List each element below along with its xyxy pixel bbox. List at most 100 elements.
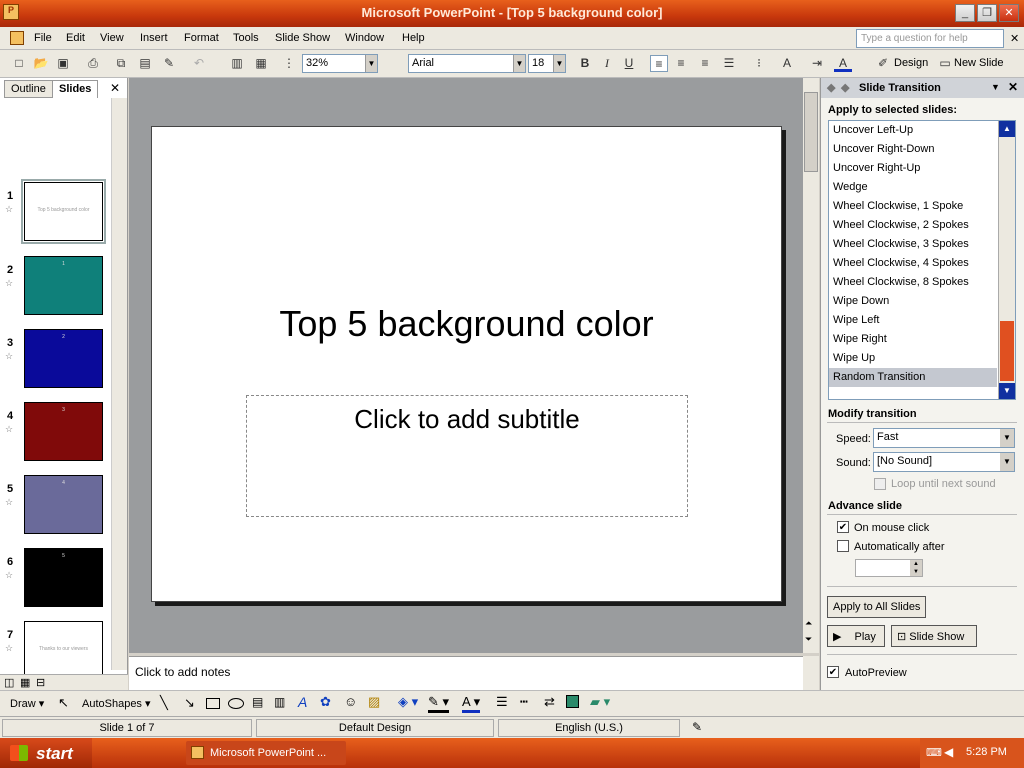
menu-help[interactable]: Help — [402, 32, 425, 44]
tab-slides[interactable]: Slides — [52, 80, 99, 98]
keyboard-icon[interactable]: ⌨ — [926, 746, 942, 759]
minimize-button[interactable]: _ — [955, 4, 975, 22]
transition-item[interactable]: Wipe Down — [829, 292, 997, 311]
transition-item[interactable]: Wheel Clockwise, 4 Spokes — [829, 254, 997, 273]
help-search-input[interactable]: Type a question for help — [856, 29, 1004, 48]
fill-color-icon[interactable]: ◈ ▾ — [398, 694, 418, 710]
sorter-view-icon[interactable]: ▦ — [20, 676, 30, 689]
underline-button[interactable]: U — [620, 55, 638, 72]
transition-item[interactable]: Wheel Clockwise, 1 Spoke — [829, 197, 997, 216]
close-icon[interactable]: ✕ — [1008, 80, 1018, 94]
autopreview-checkbox[interactable]: ✔ — [827, 666, 839, 678]
chevron-down-icon[interactable]: ▼ — [553, 55, 565, 72]
font-size-select[interactable]: 18 ▼ — [528, 54, 566, 73]
notes-pane[interactable]: Click to add notes — [129, 656, 803, 690]
slide-scrollbar[interactable]: ⏶ ⏷ — [803, 78, 819, 653]
transition-item[interactable]: Wipe Left — [829, 311, 997, 330]
slide-show-button[interactable]: ⊡ Slide Show — [891, 625, 977, 647]
print-icon[interactable]: ⎙ — [84, 55, 102, 72]
justify-icon[interactable]: ☰ — [720, 55, 738, 72]
arrow-style-icon[interactable]: ⇄ — [544, 694, 555, 710]
transition-item[interactable]: Wipe Up — [829, 349, 997, 368]
transition-item[interactable]: Uncover Left-Up — [829, 121, 997, 140]
transition-item[interactable]: Wheel Clockwise, 8 Spokes — [829, 273, 997, 292]
taskbar-app-button[interactable]: Microsoft PowerPoint ... — [186, 741, 346, 765]
save-icon[interactable]: ▣ — [54, 55, 72, 72]
diagram-icon[interactable]: ✿ — [320, 694, 331, 710]
line-color-icon[interactable]: ✎ ▾ — [428, 694, 450, 713]
scroll-up-icon[interactable]: ▲ — [999, 121, 1015, 137]
notes-scrollbar[interactable] — [803, 656, 819, 690]
close-panel-icon[interactable]: ✕ — [110, 81, 120, 95]
slide-thumbnail[interactable]: Thanks to our viewers — [24, 621, 103, 680]
new-slide-button[interactable]: New Slide — [954, 57, 1004, 69]
clipart-icon[interactable]: ☺ — [344, 694, 357, 709]
close-doc-icon[interactable]: ✕ — [1010, 32, 1019, 45]
menu-insert[interactable]: Insert — [140, 32, 168, 44]
bullets-icon[interactable]: ⁝ — [750, 55, 768, 72]
transition-item[interactable]: Wheel Clockwise, 2 Spokes — [829, 216, 997, 235]
chevron-down-icon[interactable]: ▼ — [1000, 429, 1014, 447]
font-color-icon[interactable]: A — [834, 55, 852, 72]
chevron-down-icon[interactable]: ▼ — [365, 55, 377, 72]
oval-icon[interactable] — [228, 698, 244, 709]
vertical-textbox-icon[interactable]: ▥ — [274, 695, 285, 709]
restore-button[interactable]: ❐ — [977, 4, 997, 22]
slide-canvas[interactable]: Top 5 background color Click to add subt… — [151, 126, 782, 602]
on-click-checkbox[interactable]: ✔ — [837, 521, 849, 533]
slideshow-view-icon[interactable]: ⊟ — [36, 676, 45, 689]
zoom-select[interactable]: 32% ▼ — [302, 54, 378, 73]
tab-outline[interactable]: Outline — [4, 80, 53, 98]
copy-icon[interactable]: ⧉ — [112, 55, 130, 72]
advance-time-input[interactable]: ▲ ▼ — [855, 559, 923, 577]
play-button[interactable]: ▶ Play — [827, 625, 885, 647]
line-icon[interactable]: ╲ — [160, 695, 168, 711]
select-pointer-icon[interactable]: ↖ — [58, 695, 69, 711]
spelling-icon[interactable]: ✎ — [692, 720, 702, 734]
scroll-down-icon[interactable]: ▼ — [999, 383, 1015, 399]
close-button[interactable]: ✕ — [999, 4, 1019, 22]
transition-item[interactable]: Random Transition — [829, 368, 997, 387]
open-icon[interactable]: 📂 — [32, 55, 50, 72]
volume-icon[interactable]: ◀ — [944, 745, 953, 759]
paste-icon[interactable]: ▤ — [136, 55, 154, 72]
next-slide-icon[interactable]: ⏷ — [805, 634, 812, 645]
wordart-icon[interactable]: A — [298, 694, 307, 710]
normal-view-icon[interactable]: ◫ — [4, 676, 14, 689]
speed-select[interactable]: Fast ▼ — [873, 428, 1015, 448]
panel-scrollbar[interactable] — [111, 98, 127, 670]
slide-thumbnail[interactable]: 2 — [24, 329, 103, 388]
menu-view[interactable]: View — [100, 32, 124, 44]
menu-slide-show[interactable]: Slide Show — [275, 32, 330, 44]
font-color-icon[interactable]: A ▾ — [462, 694, 481, 713]
arrow-icon[interactable]: ↘ — [184, 695, 195, 711]
dash-style-icon[interactable]: ┅ — [520, 694, 528, 710]
clock[interactable]: 5:28 PM — [966, 746, 1007, 758]
design-icon[interactable]: ✐ — [874, 55, 892, 72]
align-right-icon[interactable]: ≡ — [696, 55, 714, 72]
menu-tools[interactable]: Tools — [233, 32, 259, 44]
chart-icon[interactable]: ▥ — [228, 55, 246, 72]
format-painter-icon[interactable]: ✎ — [160, 55, 178, 72]
autoshapes-menu[interactable]: AutoShapes ▾ — [82, 697, 151, 710]
slide-thumbnail[interactable]: 5 — [24, 548, 103, 607]
loop-checkbox[interactable] — [874, 478, 886, 490]
align-left-icon[interactable]: ≡ — [650, 55, 668, 72]
slide-thumbnail[interactable]: 3 — [24, 402, 103, 461]
line-style-icon[interactable]: ☰ — [496, 694, 508, 710]
slide-thumbnail[interactable]: Top 5 background color — [21, 179, 106, 244]
bold-button[interactable]: B — [576, 55, 594, 72]
draw-menu[interactable]: Draw ▾ — [10, 697, 44, 710]
slide-title[interactable]: Top 5 background color — [152, 303, 781, 345]
transition-list-scrollbar[interactable]: ▲ ▼ — [998, 121, 1015, 399]
transition-item[interactable]: Uncover Right-Down — [829, 140, 997, 159]
back-icon[interactable]: ◆ — [827, 81, 835, 94]
italic-button[interactable]: I — [598, 55, 616, 72]
doc-icon[interactable] — [10, 31, 24, 45]
transition-item[interactable]: Wedge — [829, 178, 997, 197]
chevron-down-icon[interactable]: ▼ — [513, 55, 525, 72]
table-icon[interactable]: ▦ — [252, 55, 270, 72]
grid-icon[interactable]: ⋮ — [280, 55, 298, 72]
picture-icon[interactable]: ▨ — [368, 694, 380, 710]
rectangle-icon[interactable] — [206, 698, 220, 709]
